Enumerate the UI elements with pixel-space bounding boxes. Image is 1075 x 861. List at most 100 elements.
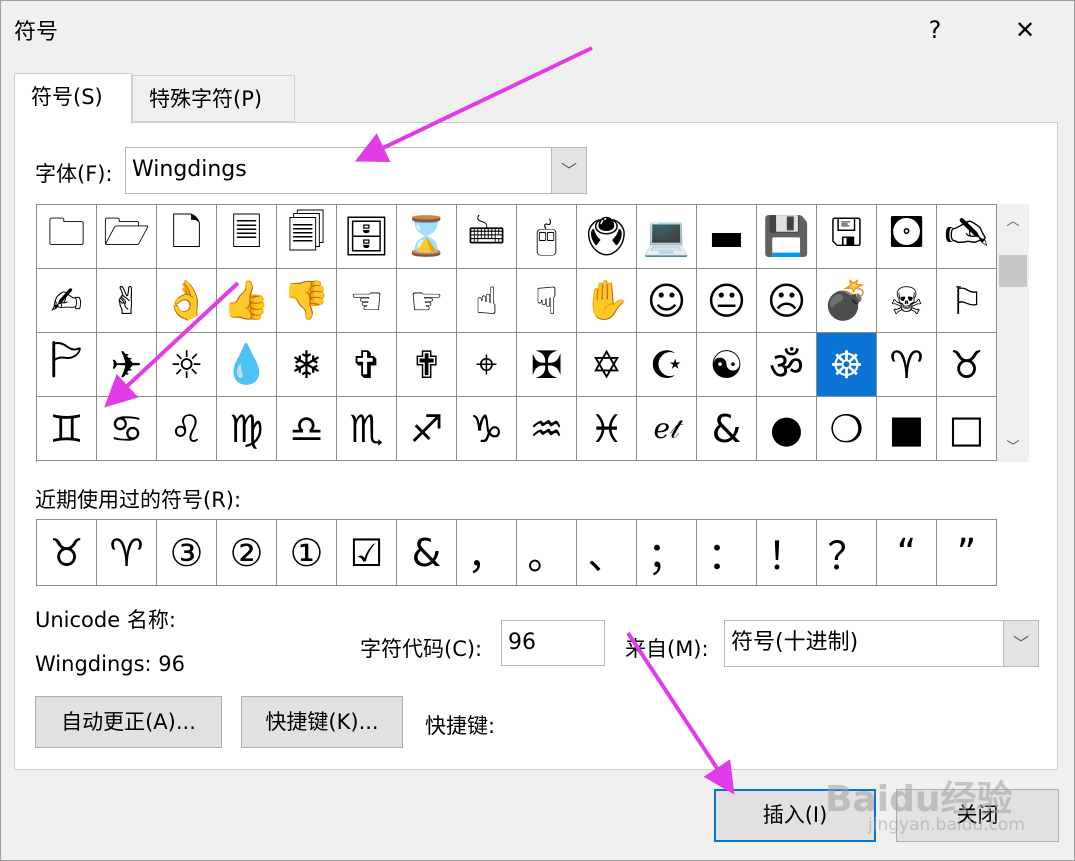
symbol-cell[interactable]: ♏ (337, 397, 397, 461)
symbol-cell[interactable]: ✋ (577, 269, 637, 333)
from-chevron-down-icon[interactable]: ﹀ (1003, 621, 1038, 666)
recent-symbol-cell[interactable]: ☑ (337, 520, 397, 586)
symbol-cell[interactable]: ✍ (37, 269, 97, 333)
symbol-cell[interactable]: 💻 (637, 205, 697, 269)
symbol-cell[interactable]: ✠ (517, 333, 577, 397)
recent-symbol-cell[interactable]: & (397, 520, 457, 586)
symbol-cell[interactable]: ▬ (697, 205, 757, 269)
shortcut-key-button[interactable]: 快捷键(K)... (241, 696, 403, 748)
symbol-cell[interactable]: 🗏 (217, 205, 277, 269)
symbol-cell[interactable]: ♐ (397, 397, 457, 461)
symbol-cell[interactable]: ☞ (397, 269, 457, 333)
symbol-cell[interactable]: ■ (877, 397, 937, 461)
symbol-cell[interactable]: ✈ (97, 333, 157, 397)
symbol-cell[interactable]: 👎 (277, 269, 337, 333)
symbol-cell[interactable]: ✡ (577, 333, 637, 397)
symbol-cell[interactable]: 🖰 (517, 205, 577, 269)
symbol-cell[interactable]: ⚐ (937, 269, 997, 333)
close-icon[interactable]: ✕ (1002, 12, 1048, 48)
symbol-cell[interactable]: ☯ (697, 333, 757, 397)
scroll-up-icon[interactable]: ︿ (997, 210, 1029, 229)
symbol-cell[interactable]: ❍ (817, 397, 877, 461)
from-select-value: 符号(十进制) (731, 630, 859, 655)
symbol-cell[interactable]: 💣 (817, 269, 877, 333)
symbol-cell[interactable]: ℯ𝓉 (637, 397, 697, 461)
symbol-cell[interactable]: 🖸 (877, 205, 937, 269)
symbol-cell[interactable]: 🖮 (457, 205, 517, 269)
symbol-cell[interactable]: 🖲 (577, 205, 637, 269)
recent-symbol-cell[interactable]: ♈ (97, 520, 157, 586)
font-select[interactable]: Wingdings (125, 147, 587, 194)
symbol-cell[interactable]: ☜ (337, 269, 397, 333)
symbol-grid-scrollbar[interactable] (997, 204, 1029, 462)
symbol-cell[interactable]: ⌛ (397, 205, 457, 269)
symbol-cell[interactable]: ♌ (157, 397, 217, 461)
recent-symbol-cell[interactable]: ③ (157, 520, 217, 586)
recent-symbol-cell[interactable]: 、 (577, 520, 637, 586)
symbol-cell[interactable]: ♍ (217, 397, 277, 461)
symbol-cell[interactable]: ☠ (877, 269, 937, 333)
tab-symbols[interactable]: 符号(S) (14, 73, 132, 124)
symbol-cell[interactable]: ● (757, 397, 817, 461)
symbol-cell[interactable]: ♓ (577, 397, 637, 461)
symbol-cell[interactable]: ॐ (757, 333, 817, 397)
symbol-cell[interactable]: ☝ (457, 269, 517, 333)
recent-symbol-cell[interactable]: ？ (817, 520, 877, 586)
symbol-cell[interactable]: ♊ (37, 397, 97, 461)
symbol-cell[interactable]: ☼ (157, 333, 217, 397)
tab-special-characters[interactable]: 特殊字符(P) (132, 75, 295, 122)
symbol-cell[interactable]: 🏱 (37, 333, 97, 397)
symbol-cell[interactable]: 😐 (697, 269, 757, 333)
symbol-cell[interactable]: 🗄 (337, 205, 397, 269)
chevron-down-icon[interactable]: ﹀ (551, 148, 586, 193)
symbol-cell[interactable]: 🗋 (157, 205, 217, 269)
symbol-cell[interactable]: ✌ (97, 269, 157, 333)
font-select-value: Wingdings (132, 157, 247, 182)
from-select[interactable]: 符号(十进制) (724, 620, 1039, 667)
help-button[interactable]: ? (912, 12, 958, 48)
symbol-cell[interactable]: ☹ (757, 269, 817, 333)
symbol-cell[interactable]: 💾 (757, 205, 817, 269)
dialog-title: 符号 (14, 20, 59, 45)
symbol-cell[interactable]: ☺ (637, 269, 697, 333)
recent-symbols-label: 近期使用过的符号(R): (35, 488, 242, 512)
symbol-cell[interactable]: & (697, 397, 757, 461)
char-code-input[interactable]: 96 (501, 620, 605, 666)
recent-symbol-cell[interactable]: ； (637, 520, 697, 586)
recent-symbol-cell[interactable]: ② (217, 520, 277, 586)
symbol-cell[interactable]: ♑ (457, 397, 517, 461)
symbol-cell[interactable]: ⌖ (457, 333, 517, 397)
symbol-cell[interactable]: ♈ (877, 333, 937, 397)
scroll-down-icon[interactable]: ﹀ (997, 436, 1029, 455)
symbol-cell[interactable]: 🖎 (937, 205, 997, 269)
scrollbar-thumb[interactable] (999, 255, 1027, 287)
recent-symbol-cell[interactable]: ① (277, 520, 337, 586)
unicode-name-value: Wingdings: 96 (35, 652, 185, 676)
symbol-cell[interactable]: ✞ (337, 333, 397, 397)
recent-symbol-cell[interactable]: 。 (517, 520, 577, 586)
recent-symbol-cell[interactable]: ！ (757, 520, 817, 586)
symbol-cell[interactable]: ☸ (817, 333, 877, 397)
recent-symbol-cell[interactable]: “ (877, 520, 937, 586)
symbol-cell[interactable]: ♉ (937, 333, 997, 397)
symbol-cell[interactable]: 🗐 (277, 205, 337, 269)
symbol-cell[interactable]: ♋ (97, 397, 157, 461)
symbol-cell[interactable]: ☟ (517, 269, 577, 333)
symbol-cell[interactable]: ♒ (517, 397, 577, 461)
symbol-cell[interactable]: 💧 (217, 333, 277, 397)
symbol-cell[interactable]: ❄ (277, 333, 337, 397)
symbol-cell[interactable]: ✟ (397, 333, 457, 397)
symbol-cell[interactable]: 🖫 (817, 205, 877, 269)
recent-symbol-cell[interactable]: ” (937, 520, 997, 586)
symbol-cell[interactable]: 🗀 (37, 205, 97, 269)
symbol-cell[interactable]: 👍 (217, 269, 277, 333)
symbol-cell[interactable]: ☪ (637, 333, 697, 397)
symbol-cell[interactable]: 👌 (157, 269, 217, 333)
symbol-cell[interactable]: □ (937, 397, 997, 461)
autocorrect-button[interactable]: 自动更正(A)... (35, 696, 222, 748)
recent-symbol-cell[interactable]: ♉ (37, 520, 97, 586)
symbol-cell[interactable]: ♎ (277, 397, 337, 461)
symbol-cell[interactable]: 🗁 (97, 205, 157, 269)
recent-symbol-cell[interactable]: ， (457, 520, 517, 586)
recent-symbol-cell[interactable]: ： (697, 520, 757, 586)
